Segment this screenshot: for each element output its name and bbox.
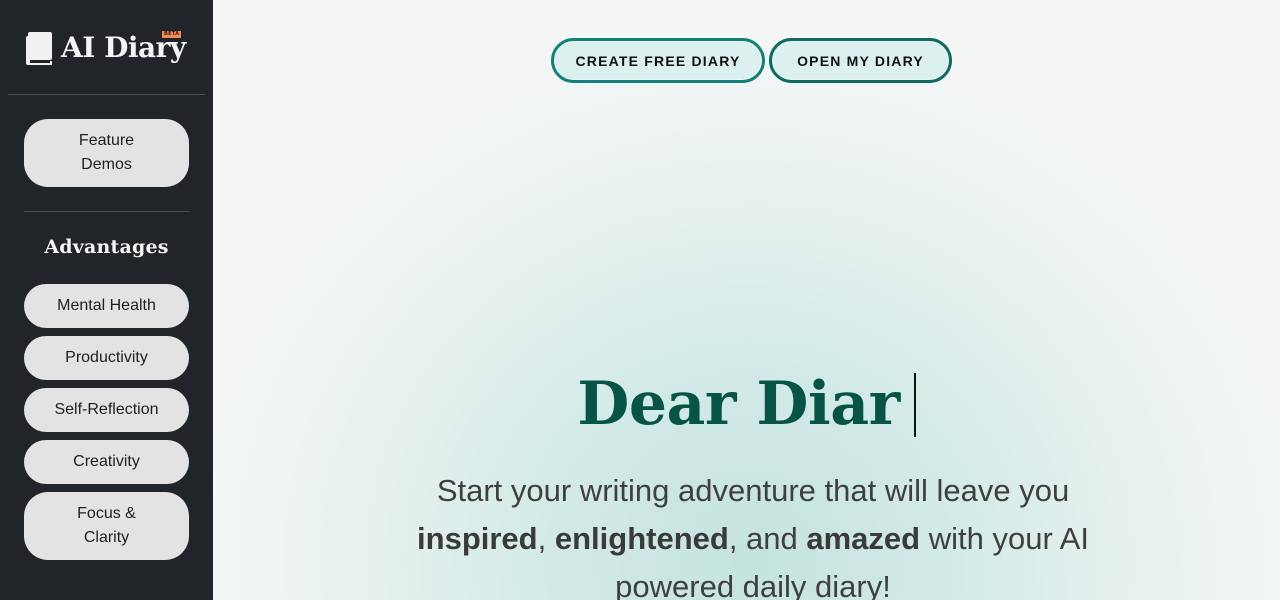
sidebar-item-label: Productivity (65, 349, 148, 366)
hero-headline: Dear Diar (213, 366, 1280, 442)
create-free-diary-label: CREATE FREE DIARY (575, 52, 741, 69)
sidebar-item-label: Creativity (73, 453, 140, 470)
sidebar-divider (8, 94, 205, 95)
hero-headline-text: Dear Diar (577, 369, 900, 439)
subtitle-word-inspired: inspired (417, 521, 538, 556)
subtitle-word-amazed: amazed (806, 521, 921, 556)
subtitle-word-enlightened: enlightened (554, 521, 729, 556)
subtitle-sep2: , and (728, 521, 807, 556)
typing-cursor (913, 372, 916, 437)
subtitle-part1: Start your writing adventure that will l… (436, 473, 1070, 508)
logo-text: AI Diary (61, 31, 186, 64)
sidebar-item-mental-health[interactable]: Mental Health (24, 284, 189, 328)
sidebar-item-creativity[interactable]: Creativity (24, 440, 189, 484)
hero-subtitle: Start your writing adventure that will l… (393, 467, 1113, 600)
beta-badge: BETA (162, 31, 182, 38)
subtitle-sep1: , (537, 521, 555, 556)
advantages-heading: Advantages (44, 236, 169, 258)
main-content: CREATE FREE DIARY OPEN MY DIARY Dear Dia… (213, 0, 1280, 600)
sidebar: AI Diary BETA Feature Demos Advantages M… (0, 0, 213, 600)
sidebar-item-label: Mental Health (57, 297, 156, 314)
sidebar-item-productivity[interactable]: Productivity (24, 336, 189, 380)
feature-demos-label: Feature Demos (78, 132, 135, 173)
sidebar-divider (24, 211, 189, 212)
open-my-diary-button[interactable]: OPEN MY DIARY (769, 38, 952, 83)
feature-demos-button[interactable]: Feature Demos (24, 119, 189, 187)
open-my-diary-label: OPEN MY DIARY (797, 52, 924, 69)
create-free-diary-button[interactable]: CREATE FREE DIARY (551, 38, 765, 83)
sidebar-item-label: Self-Reflection (54, 401, 159, 418)
sidebar-item-self-reflection[interactable]: Self-Reflection (24, 388, 189, 432)
sidebar-item-focus-clarity[interactable]: Focus & Clarity (24, 492, 189, 560)
sidebar-item-label: Focus & Clarity (77, 505, 136, 546)
book-icon (26, 31, 53, 65)
